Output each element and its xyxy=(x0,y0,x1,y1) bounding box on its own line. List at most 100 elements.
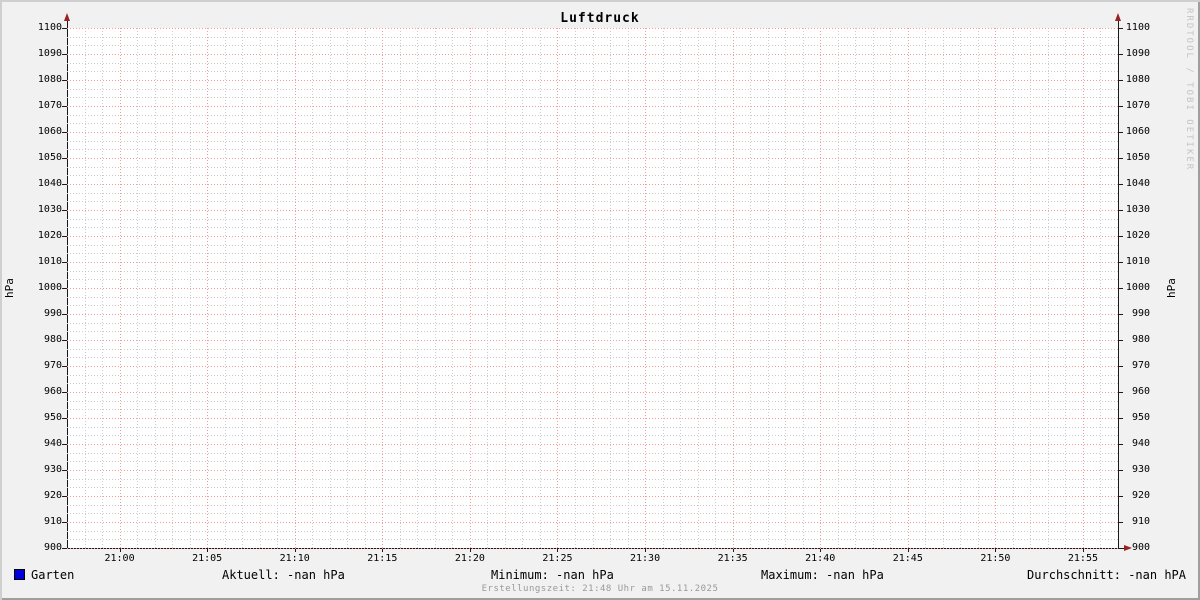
x-axis-arrow-icon xyxy=(1124,545,1132,551)
x-tick-label: 21:15 xyxy=(367,553,398,564)
grid-line-major xyxy=(67,210,1118,211)
axis-tick xyxy=(1118,54,1123,55)
x-tick-label: 21:10 xyxy=(279,553,310,564)
grid-line-major xyxy=(733,28,734,548)
x-tick-label: 21:50 xyxy=(980,553,1011,564)
grid-line-major xyxy=(67,54,1118,55)
grid-line-major xyxy=(67,366,1118,367)
x-tick-label: 21:00 xyxy=(104,553,135,564)
y-tick-label: 940 xyxy=(1131,438,1150,449)
grid-line-major xyxy=(382,28,383,548)
grid-line-major xyxy=(67,444,1118,445)
y-axis-unit-right: hPa xyxy=(1165,278,1178,298)
y-tick-label: 990 xyxy=(1131,308,1150,319)
grid-line-major xyxy=(67,184,1118,185)
y-tick-label: 910 xyxy=(43,516,62,527)
axis-tick xyxy=(1118,210,1123,211)
x-tick-label: 21:45 xyxy=(892,553,923,564)
grid-line-major xyxy=(995,28,996,548)
grid-line-major xyxy=(67,470,1118,471)
y-axis-unit-left: hPa xyxy=(3,278,16,298)
y-axis-right-arrow-icon xyxy=(1115,13,1121,21)
y-tick-label: 950 xyxy=(1131,412,1150,423)
y-tick-label: 1060 xyxy=(1125,126,1150,137)
grid-line-major xyxy=(67,158,1118,159)
y-tick-label: 1060 xyxy=(37,126,62,137)
y-tick-label: 1090 xyxy=(1125,48,1150,59)
x-tick-label: 21:20 xyxy=(454,553,485,564)
axis-tick xyxy=(1118,340,1123,341)
legend-series-label: Garten xyxy=(31,568,75,582)
y-tick-label: 1040 xyxy=(37,178,62,189)
y-tick-label: 960 xyxy=(1131,386,1150,397)
axis-tick xyxy=(1118,314,1123,315)
grid-line-major xyxy=(207,28,208,548)
stat-minimum: Minimum: -nan hPa xyxy=(491,568,614,582)
grid-line-major xyxy=(67,392,1118,393)
y-tick-label: 950 xyxy=(43,412,62,423)
y-tick-label: 930 xyxy=(1131,464,1150,475)
stat-durchschnitt: Durchschnitt: -nan hPA xyxy=(1027,568,1186,582)
axis-tick xyxy=(1118,522,1123,523)
x-tick-label: 21:05 xyxy=(192,553,223,564)
y-tick-label: 960 xyxy=(43,386,62,397)
axis-tick xyxy=(1118,236,1123,237)
grid-line-major xyxy=(120,28,121,548)
grid-line-major xyxy=(67,314,1118,315)
y-tick-label: 910 xyxy=(1131,516,1150,527)
axis-tick xyxy=(1118,444,1123,445)
grid-line-major xyxy=(67,496,1118,497)
plot-area xyxy=(67,28,1118,549)
y-tick-label: 1020 xyxy=(1125,230,1150,241)
creation-timestamp: Erstellungszeit: 21:48 Uhr am 15.11.2025 xyxy=(481,584,719,594)
axis-tick xyxy=(1118,262,1123,263)
y-tick-label: 1100 xyxy=(37,22,62,33)
y-tick-label: 1070 xyxy=(37,100,62,111)
axis-tick xyxy=(1118,418,1123,419)
y-tick-label: 1000 xyxy=(37,282,62,293)
grid-line-major xyxy=(67,106,1118,107)
y-axis-left-arrow-icon xyxy=(64,13,70,21)
grid-line-major xyxy=(67,522,1118,523)
stat-aktuell: Aktuell: -nan hPa xyxy=(222,568,345,582)
grid-line-major xyxy=(67,80,1118,81)
grid-line-major xyxy=(820,28,821,548)
axis-tick xyxy=(1118,470,1123,471)
y-tick-label: 1050 xyxy=(1125,152,1150,163)
grid-line-major xyxy=(470,28,471,548)
y-tick-label: 980 xyxy=(1131,334,1150,345)
y-tick-label: 1080 xyxy=(37,74,62,85)
grid-line-major xyxy=(67,418,1118,419)
grid-line-major xyxy=(67,548,1118,549)
axis-tick xyxy=(1118,80,1123,81)
y-tick-label: 970 xyxy=(43,360,62,371)
grid-line-major xyxy=(67,262,1118,263)
y-tick-label: 990 xyxy=(43,308,62,319)
y-tick-label: 970 xyxy=(1131,360,1150,371)
y-tick-label: 1090 xyxy=(37,48,62,59)
y-tick-label: 1010 xyxy=(37,256,62,267)
y-tick-label: 1030 xyxy=(1125,204,1150,215)
rrdtool-graph: Luftdruck RRDTOOL / TOBI OETIKER 900 900 9… xyxy=(0,0,1200,600)
y-tick-label: 1080 xyxy=(1125,74,1150,85)
grid-line-major xyxy=(295,28,296,548)
grid-line-major xyxy=(67,236,1118,237)
y-tick-label: 1050 xyxy=(37,152,62,163)
axis-tick xyxy=(1118,496,1123,497)
axis-tick xyxy=(1118,158,1123,159)
x-tick-label: 21:35 xyxy=(717,553,748,564)
grid-line-major xyxy=(645,28,646,548)
axis-tick xyxy=(1118,288,1123,289)
x-tick-label: 21:40 xyxy=(805,553,836,564)
axis-tick xyxy=(1118,392,1123,393)
y-tick-label: 1000 xyxy=(1125,282,1150,293)
x-tick-label: 21:30 xyxy=(629,553,661,564)
axis-tick xyxy=(1118,184,1123,185)
x-tick-label: 21:25 xyxy=(542,553,573,564)
axis-tick xyxy=(1118,366,1123,367)
y-tick-label: 1010 xyxy=(1125,256,1150,267)
y-tick-label: 1020 xyxy=(37,230,62,241)
y-tick-label: 900 xyxy=(43,542,62,553)
x-tick-label: 21:55 xyxy=(1067,553,1098,564)
chart-title: Luftdruck xyxy=(560,11,640,26)
